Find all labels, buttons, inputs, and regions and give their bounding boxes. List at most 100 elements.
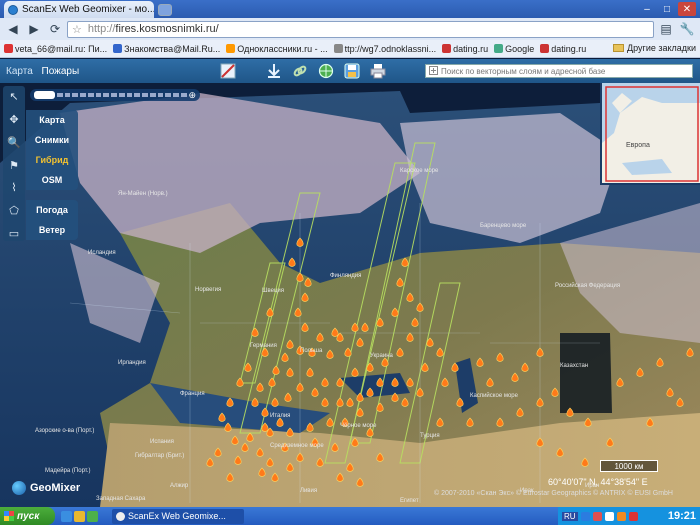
bookmark-item[interactable]: dating.ru <box>442 44 488 54</box>
update-tray-icon[interactable] <box>616 511 626 521</box>
geomixer-logo: GeoMixer <box>12 481 80 495</box>
network-tray-icon[interactable] <box>580 511 590 521</box>
breadcrumb-current: Пожары <box>41 65 80 77</box>
scale-bar: 1000 км <box>600 460 658 472</box>
antivirus-tray-icon[interactable] <box>592 511 602 521</box>
map-place-label: Баренцево море <box>480 223 527 229</box>
map-place-label: Германия <box>250 343 277 349</box>
bookmark-favicon <box>540 44 550 53</box>
map-tools-panel: ↖ ✥ 🔍 ⚑ ⌇ ⬠ ▭ <box>3 86 25 241</box>
satellite-imagery <box>0 83 700 507</box>
page-menu-icon[interactable]: ▤ <box>657 21 675 37</box>
bookmarks-bar: veta_66@mail.ru: Пи... Знакомства@Mail.Ru… <box>0 40 700 58</box>
map-place-label: Исландия <box>88 250 116 256</box>
map-place-label: Западная Сахара <box>96 496 146 502</box>
bookmark-label: dating.ru <box>453 43 489 54</box>
layer-weather-button[interactable]: Погода <box>26 200 78 220</box>
print-icon[interactable] <box>368 61 388 81</box>
pan-tool-icon[interactable]: ✥ <box>6 112 22 127</box>
zoom-slider[interactable]: ⊕ <box>30 89 200 101</box>
bookmark-label: ttp://wg7.odnoklassni... <box>344 43 437 54</box>
overview-label: Европа <box>626 142 650 149</box>
bookmark-item[interactable]: ttp://wg7.odnoklassni... <box>333 43 437 54</box>
flag-tray-icon[interactable] <box>604 511 614 521</box>
map-place-label: Азорские о-ва (Порт.) <box>35 428 95 434</box>
map-place-label: Гибралтар (Брит.) <box>135 453 185 459</box>
bookmark-label: dating.ru <box>551 43 587 54</box>
system-tray: RU 19:21 <box>558 507 700 525</box>
new-tab-button[interactable] <box>158 4 172 16</box>
tab-title: ScanEx Web Geomixer - мо... <box>22 4 154 15</box>
map-place-label: Ирландия <box>118 360 146 366</box>
map-place-label: Алжир <box>170 483 189 489</box>
bookmark-label: Google <box>505 43 535 54</box>
map-place-label: Карское море <box>400 168 439 174</box>
taskbar-item-label: ScanEx Web Geomixe... <box>128 511 226 521</box>
taskbar-item-browser[interactable]: ScanEx Web Geomixe... <box>112 508 244 524</box>
map-place-label: Польша <box>300 348 323 354</box>
toolbar-icons <box>218 61 388 81</box>
bookmark-star-icon[interactable]: ☆ <box>72 23 82 36</box>
start-button[interactable]: пуск <box>0 507 55 525</box>
chrome-task-icon <box>116 511 125 521</box>
map-place-label: Турция <box>420 433 440 439</box>
back-icon[interactable]: ◀ <box>4 21 22 37</box>
bookmark-item[interactable]: Знакомства@Mail.Ru... <box>113 44 220 54</box>
layer-satellite-button[interactable]: Снимки <box>26 130 78 150</box>
layer-wind-button[interactable]: Ветер <box>26 220 78 240</box>
window-controls: – □ ✕ <box>638 2 696 16</box>
bookmark-favicon <box>442 44 452 53</box>
zoom-slider-knob[interactable] <box>34 91 56 99</box>
layer-hybrid-button[interactable]: Гибрид <box>26 150 78 170</box>
maximize-icon[interactable]: □ <box>658 2 676 16</box>
wrench-menu-icon[interactable]: 🔧 <box>678 21 696 37</box>
overview-map[interactable]: Европа <box>600 83 700 185</box>
zoom-in-icon[interactable]: ⊕ <box>189 90 197 101</box>
address-bar[interactable]: ☆ http:// fires.kosmosnimki.ru/ <box>67 20 654 38</box>
navigation-bar: ◀ ▶ ⟳ ☆ http:// fires.kosmosnimki.ru/ ▤ … <box>0 18 700 40</box>
bookmark-item[interactable]: Google <box>494 44 534 54</box>
alert-tray-icon[interactable] <box>628 511 638 521</box>
map-place-label: Средиземное море <box>270 443 324 449</box>
map-view[interactable]: Ян-Майен (Норв.) Норвегия Швеция Финляндия И… <box>0 83 700 507</box>
base-layer-switcher: Карта Снимки Гибрид OSM <box>26 110 78 190</box>
minimize-icon[interactable]: – <box>638 2 656 16</box>
marker-tool-icon[interactable]: ⚑ <box>6 158 22 173</box>
reload-icon[interactable]: ⟳ <box>46 21 64 37</box>
rectangle-tool-icon[interactable]: ▭ <box>6 226 22 241</box>
map-place-label: Ян-Майен (Норв.) <box>118 191 168 197</box>
map-place-label: Финляндия <box>330 273 362 279</box>
polygon-tool-icon[interactable]: ⬠ <box>6 203 22 218</box>
logo-text: GeoMixer <box>30 482 81 494</box>
link-icon[interactable] <box>290 61 310 81</box>
other-bookmarks[interactable]: Другие закладки <box>613 43 696 53</box>
bookmark-item[interactable]: veta_66@mail.ru: Пи... <box>4 44 107 54</box>
close-window-icon[interactable]: ✕ <box>678 2 696 16</box>
explorer-icon[interactable] <box>74 510 85 522</box>
save-icon[interactable] <box>342 61 362 81</box>
windows-taskbar: пуск ScanEx Web Geomixe... RU 19:21 <box>0 507 700 525</box>
breadcrumb-root[interactable]: Карта <box>6 66 33 77</box>
language-indicator[interactable]: RU <box>562 511 578 521</box>
start-label: пуск <box>17 510 40 522</box>
pointer-tool-icon[interactable]: ↖ <box>6 89 22 104</box>
ie-icon[interactable] <box>61 510 72 522</box>
clock: 19:21 <box>667 510 696 522</box>
bookmark-item[interactable]: dating.ru <box>540 44 586 54</box>
forward-icon[interactable]: ▶ <box>25 21 43 37</box>
bookmark-label: veta_66@mail.ru: Пи... <box>15 43 108 54</box>
layer-map-button[interactable]: Карта <box>26 110 78 130</box>
map-place-label: Египет <box>400 498 419 504</box>
bookmark-favicon <box>226 44 236 53</box>
url-text: fires.kosmosnimki.ru/ <box>115 23 219 35</box>
polyline-tool-icon[interactable]: ⌇ <box>6 180 22 195</box>
bookmark-item[interactable]: Одноклассники.ru - ... <box>226 44 328 54</box>
globe-share-icon[interactable] <box>316 61 336 81</box>
fullscreen-toggle-icon[interactable] <box>218 61 238 81</box>
browser-tab[interactable]: ScanEx Web Geomixer - мо... ✕ <box>4 1 154 18</box>
search-input[interactable]: Поиск по векторным слоям и адресной базе <box>425 64 693 78</box>
layer-osm-button[interactable]: OSM <box>26 170 78 190</box>
chrome-icon[interactable] <box>87 510 98 522</box>
zoom-tool-icon[interactable]: 🔍 <box>6 135 22 150</box>
download-icon[interactable] <box>264 61 284 81</box>
